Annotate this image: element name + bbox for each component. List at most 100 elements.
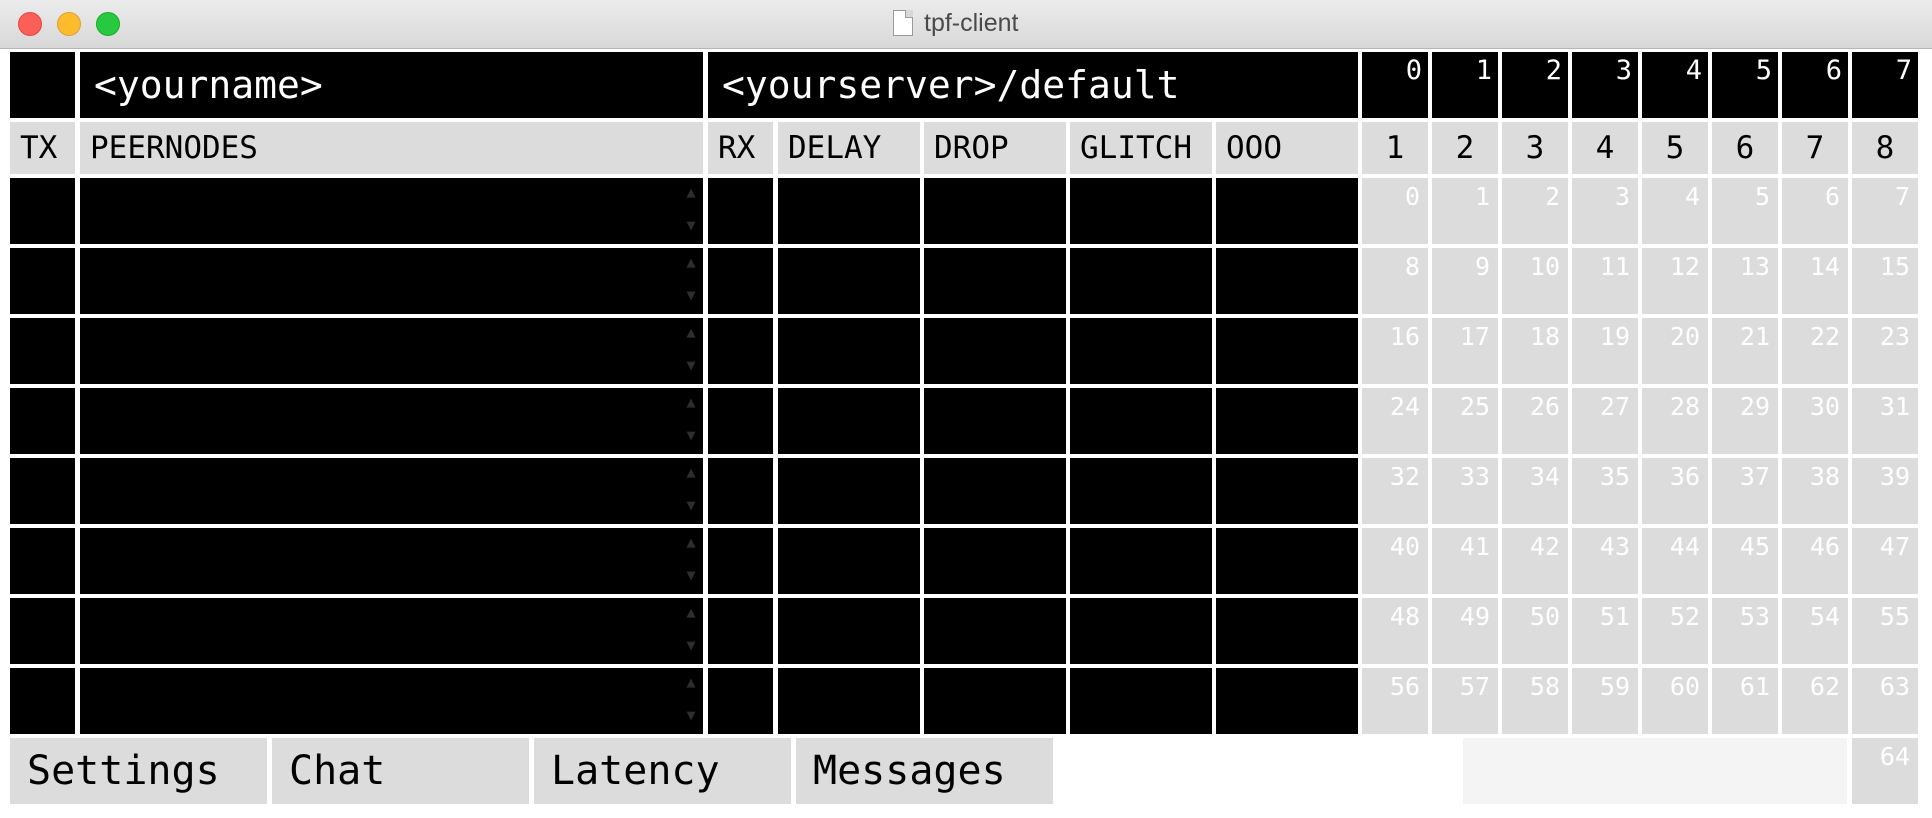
tab-chat[interactable]: Chat (272, 738, 529, 804)
channel-cell[interactable]: 53 (1712, 598, 1778, 664)
tx-cell[interactable] (10, 248, 75, 314)
channel-cell[interactable]: 15 (1852, 248, 1918, 314)
delay-cell[interactable] (778, 388, 920, 454)
delay-cell[interactable] (778, 318, 920, 384)
ooo-cell[interactable] (1216, 318, 1358, 384)
channel-cell[interactable]: 14 (1782, 248, 1848, 314)
peernodes-select[interactable]: ▲ ▼ (80, 248, 703, 314)
rx-cell[interactable] (708, 598, 773, 664)
chevron-down-icon[interactable]: ▼ (681, 215, 701, 235)
ooo-cell[interactable] (1216, 248, 1358, 314)
tx-cell[interactable] (10, 458, 75, 524)
channel-cell[interactable]: 61 (1712, 668, 1778, 734)
channel-cell[interactable]: 57 (1432, 668, 1498, 734)
channel-cell[interactable]: 54 (1782, 598, 1848, 664)
tx-cell[interactable] (10, 598, 75, 664)
peernodes-select[interactable]: ▲ ▼ (80, 318, 703, 384)
channel-cell[interactable]: 3 (1572, 178, 1638, 244)
channel-cell[interactable]: 2 (1502, 178, 1568, 244)
glitch-cell[interactable] (1070, 458, 1212, 524)
channel-cell[interactable]: 18 (1502, 318, 1568, 384)
chevron-up-icon[interactable]: ▲ (681, 252, 701, 272)
channel-cell[interactable]: 62 (1782, 668, 1848, 734)
delay-cell[interactable] (778, 598, 920, 664)
chevron-up-icon[interactable]: ▲ (681, 602, 701, 622)
channel-cell[interactable]: 52 (1642, 598, 1708, 664)
chevron-down-icon[interactable]: ▼ (681, 285, 701, 305)
chevron-down-icon[interactable]: ▼ (681, 565, 701, 585)
channel-cell[interactable]: 37 (1712, 458, 1778, 524)
channel-cell[interactable]: 55 (1852, 598, 1918, 664)
ooo-cell[interactable] (1216, 178, 1358, 244)
channel-cell[interactable]: 10 (1502, 248, 1568, 314)
channel-cell[interactable]: 5 (1712, 178, 1778, 244)
channel-cell[interactable]: 42 (1502, 528, 1568, 594)
channel-cell[interactable]: 33 (1432, 458, 1498, 524)
ooo-cell[interactable] (1216, 528, 1358, 594)
top-channel-4[interactable]: 4 (1642, 52, 1708, 118)
drop-cell[interactable] (924, 178, 1066, 244)
channel-cell[interactable]: 13 (1712, 248, 1778, 314)
delay-cell[interactable] (778, 178, 920, 244)
glitch-cell[interactable] (1070, 528, 1212, 594)
peernodes-select[interactable]: ▲ ▼ (80, 458, 703, 524)
channel-cell[interactable]: 16 (1362, 318, 1428, 384)
ooo-cell[interactable] (1216, 458, 1358, 524)
ooo-cell[interactable] (1216, 598, 1358, 664)
channel-cell[interactable]: 40 (1362, 528, 1428, 594)
channel-cell[interactable]: 19 (1572, 318, 1638, 384)
glitch-cell[interactable] (1070, 668, 1212, 734)
channel-cell[interactable]: 49 (1432, 598, 1498, 664)
delay-cell[interactable] (778, 458, 920, 524)
tx-cell[interactable] (10, 178, 75, 244)
channel-cell[interactable]: 4 (1642, 178, 1708, 244)
delay-cell[interactable] (778, 668, 920, 734)
drop-cell[interactable] (924, 388, 1066, 454)
channel-cell[interactable]: 20 (1642, 318, 1708, 384)
rx-cell[interactable] (708, 528, 773, 594)
channel-cell[interactable]: 6 (1782, 178, 1848, 244)
drop-cell[interactable] (924, 458, 1066, 524)
close-button[interactable] (18, 12, 42, 36)
channel-cell[interactable]: 44 (1642, 528, 1708, 594)
channel-cell[interactable]: 1 (1432, 178, 1498, 244)
channel-cell[interactable]: 38 (1782, 458, 1848, 524)
chevron-up-icon[interactable]: ▲ (681, 532, 701, 552)
peernodes-select[interactable]: ▲ ▼ (80, 528, 703, 594)
chevron-up-icon[interactable]: ▲ (681, 672, 701, 692)
top-channel-0[interactable]: 0 (1362, 52, 1428, 118)
channel-cell[interactable]: 24 (1362, 388, 1428, 454)
drop-cell[interactable] (924, 528, 1066, 594)
chevron-down-icon[interactable]: ▼ (681, 355, 701, 375)
glitch-cell[interactable] (1070, 318, 1212, 384)
delay-cell[interactable] (778, 528, 920, 594)
drop-cell[interactable] (924, 248, 1066, 314)
delay-cell[interactable] (778, 248, 920, 314)
channel-cell[interactable]: 56 (1362, 668, 1428, 734)
channel-cell[interactable]: 43 (1572, 528, 1638, 594)
drop-cell[interactable] (924, 598, 1066, 664)
channel-cell[interactable]: 39 (1852, 458, 1918, 524)
channel-cell[interactable]: 48 (1362, 598, 1428, 664)
top-channel-6[interactable]: 6 (1782, 52, 1848, 118)
channel-cell[interactable]: 22 (1782, 318, 1848, 384)
tab-settings[interactable]: Settings (10, 738, 267, 804)
channel-cell[interactable]: 50 (1502, 598, 1568, 664)
top-channel-5[interactable]: 5 (1712, 52, 1778, 118)
top-channel-7[interactable]: 7 (1852, 52, 1918, 118)
top-channel-3[interactable]: 3 (1572, 52, 1638, 118)
chevron-down-icon[interactable]: ▼ (681, 495, 701, 515)
channel-cell[interactable]: 60 (1642, 668, 1708, 734)
minimize-button[interactable] (57, 12, 81, 36)
chevron-up-icon[interactable]: ▲ (681, 462, 701, 482)
rx-cell[interactable] (708, 668, 773, 734)
channel-cell[interactable]: 9 (1432, 248, 1498, 314)
channel-cell[interactable]: 11 (1572, 248, 1638, 314)
chevron-up-icon[interactable]: ▲ (681, 392, 701, 412)
channel-cell[interactable]: 35 (1572, 458, 1638, 524)
channel-cell[interactable]: 12 (1642, 248, 1708, 314)
channel-cell[interactable]: 7 (1852, 178, 1918, 244)
rx-cell[interactable] (708, 458, 773, 524)
glitch-cell[interactable] (1070, 388, 1212, 454)
drop-cell[interactable] (924, 318, 1066, 384)
